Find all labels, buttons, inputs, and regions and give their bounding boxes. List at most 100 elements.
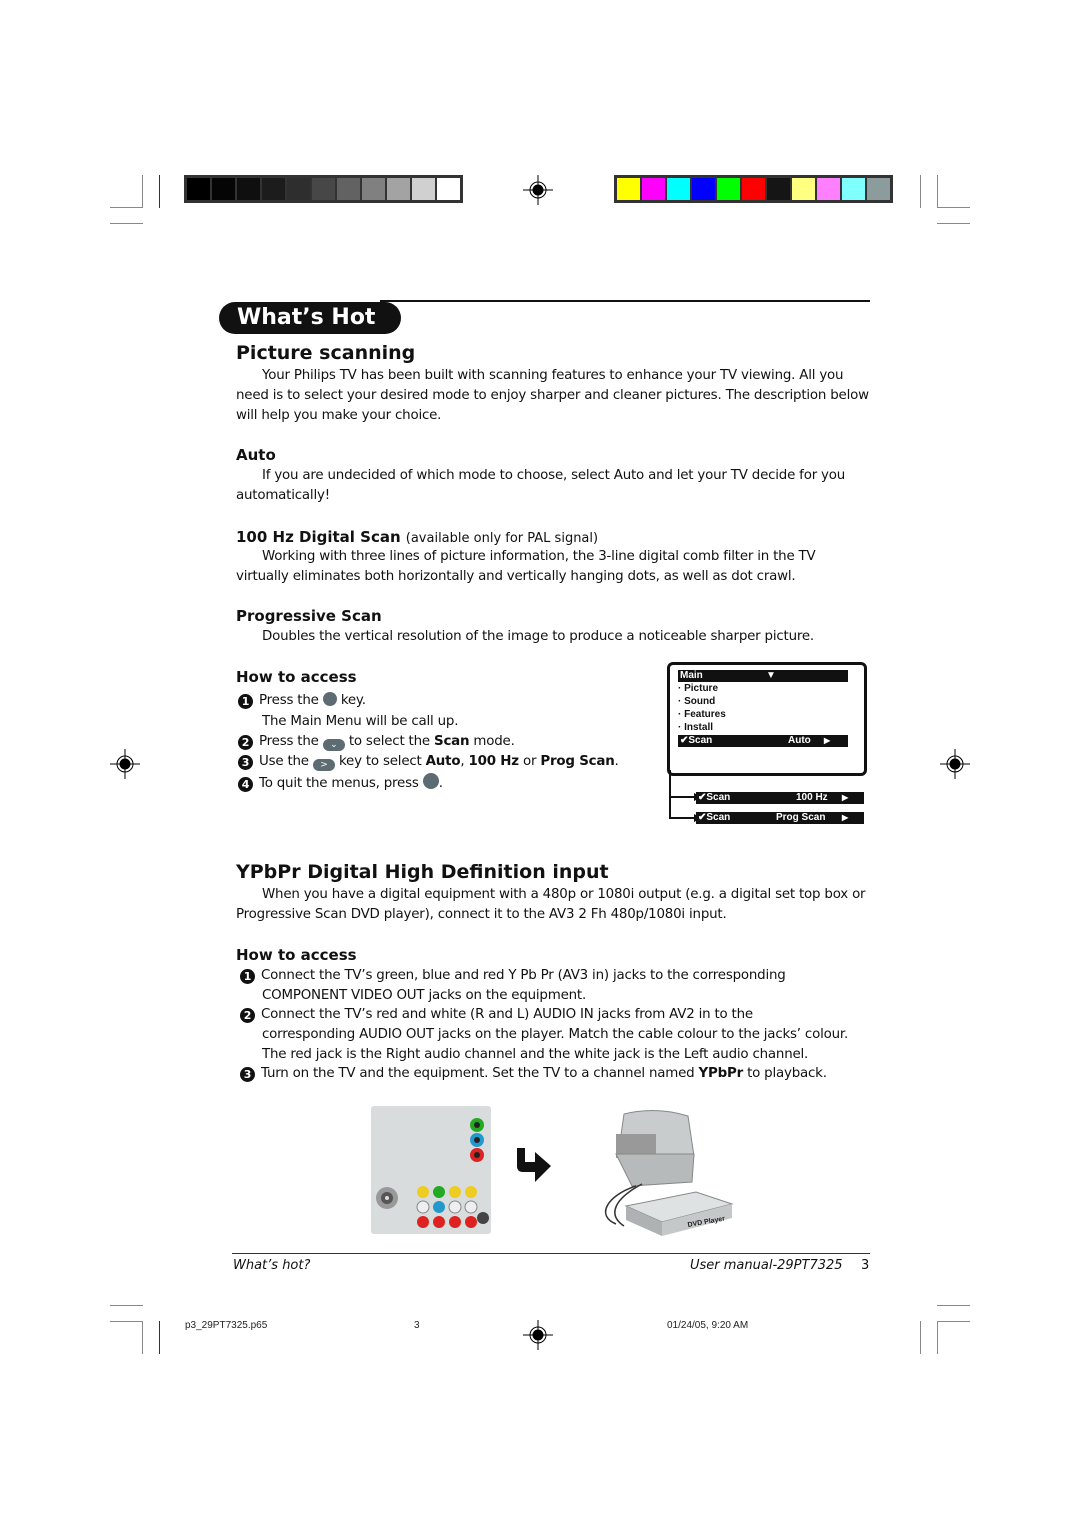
crop-mark [142,175,143,208]
ypbpr-intro: When you have a digital equipment with a… [236,885,886,925]
crop-mark [937,1321,938,1354]
scan-step-1: 1 Press the key. [238,691,366,711]
osd-item-label: Install [684,722,714,733]
crop-mark [110,207,143,208]
step-text: COMPONENT VIDEO OUT jacks on the equipme… [262,988,587,1003]
grayscale-swatch [237,178,260,200]
ypbpr-step-3: 3 Turn on the TV and the equipment. Set t… [240,1064,890,1084]
crop-mark [937,1305,970,1306]
slug-date: 01/24/05, 9:20 AM [667,1320,749,1331]
osd-option-label: ✔Scan [698,792,731,803]
color-swatch [767,178,790,200]
tv-jack-panel-illustration [371,1106,491,1234]
registration-target-icon [523,175,553,205]
crop-mark [920,175,921,208]
osd-item-label: Sound [684,696,716,707]
step-bold: Prog Scan [540,754,615,769]
color-swatch [717,178,740,200]
picture-scanning-intro: Your Philips TV has been built with scan… [236,366,886,426]
osd-main-menu: Main ▼ · Picture · Sound · Features · In… [667,662,867,776]
osd-option-label: ✔Scan [698,812,731,823]
step-text: Press the [259,693,319,708]
grayscale-swatch [387,178,410,200]
osd-key-icon [422,773,439,789]
crop-mark [159,1321,160,1354]
step-text: Connect the TV’s green, blue and red Y P… [261,968,786,983]
footer-manual-name: User manual-29PT7325 [690,1258,843,1273]
step-text: Press the [259,734,319,749]
crop-mark [920,1321,921,1354]
hz100-description: Working with three lines of picture info… [236,547,886,587]
osd-scan-row: ✔Scan Auto ▶ [678,735,848,747]
hz100-line: virtually eliminates both horizontally a… [236,569,796,584]
intro-line: Your Philips TV has been built with scan… [262,368,844,383]
step-bold: YPbPr [698,1066,743,1081]
crop-mark [110,223,143,224]
grayscale-swatch [187,178,210,200]
step-number-badge: 3 [238,755,253,770]
grayscale-swatch [312,178,335,200]
color-swatch [667,178,690,200]
grayscale-swatch [212,178,235,200]
osd-item-label: Picture [684,683,719,694]
progressive-scan-description: Doubles the vertical resolution of the i… [236,627,886,647]
crop-mark [937,207,970,208]
crop-mark [110,1305,143,1306]
slug-page: 3 [414,1320,420,1331]
osd-scan-label: ✔Scan [680,735,713,746]
grayscale-calibration-bar [184,175,463,203]
color-swatch [742,178,765,200]
color-swatch [867,178,890,200]
down-triangle-icon: ▼ [766,670,776,681]
crop-mark [937,175,938,208]
scan-step-1-result: The Main Menu will be call up. [262,712,458,732]
grayscale-swatch [262,178,285,200]
ypbpr-heading: YPbPr Digital High Definition input [236,861,609,883]
intro-line: will help you make your choice. [236,408,442,423]
crop-mark [937,223,970,224]
step-text: The red jack is the Right audio channel … [262,1047,809,1062]
connection-arrow-icon [517,1148,551,1182]
step-text: Turn on the TV and the equipment. Set th… [261,1066,695,1081]
grayscale-swatch [362,178,385,200]
step-text: Connect the TV’s red and white (R and L)… [261,1007,753,1022]
footer-section-name: What’s hot? [233,1258,311,1273]
step-text: Use the [259,754,309,769]
footer-rule [232,1253,870,1254]
registration-target-icon [110,749,140,779]
step-text: or [522,754,537,769]
grayscale-swatch [437,178,460,200]
hz100-heading: 100 Hz Digital Scan [236,528,401,546]
registration-target-icon [940,749,970,779]
auto-heading: Auto [236,446,276,464]
step-text: , [460,754,465,769]
auto-line: automatically! [236,488,330,503]
ypbpr-intro-line: Progressive Scan DVD player), connect it… [236,907,727,922]
osd-menu-header: Main ▼ [678,670,848,682]
osd-scan-option-100hz: ✔Scan 100 Hz ▶ [696,792,864,804]
osd-item-label: Features [684,709,726,720]
color-swatch [642,178,665,200]
scan-step-4: 4 To quit the menus, press . [238,773,443,794]
down-arrow-key-icon: ⌄ [322,739,345,751]
ypbpr-step-2: 2 Connect the TV’s red and white (R and L… [240,1005,890,1065]
how-to-access-heading: How to access [236,668,357,686]
section-tab-title: What’s Hot [219,302,401,334]
ypbpr-how-to-heading: How to access [236,946,357,964]
step-text: key. [340,693,366,708]
crop-mark [937,1321,970,1322]
step-bold: Scan [434,734,470,749]
tv-dvd-connection-illustration: DVD Player [604,1109,734,1236]
color-swatch [792,178,815,200]
step-text: to select the [348,734,430,749]
color-swatch [817,178,840,200]
osd-menu-item: · Sound [678,696,716,707]
right-triangle-icon: ▶ [824,736,831,745]
ypbpr-intro-line: When you have a digital equipment with a… [262,887,866,902]
auto-description: If you are undecided of which mode to ch… [236,466,886,506]
osd-option-value: 100 Hz [796,792,828,803]
step-number-badge: 2 [238,735,253,750]
color-calibration-bar [614,175,893,203]
step-text: The Main Menu will be call up. [262,714,459,729]
registration-target-icon [523,1320,553,1350]
